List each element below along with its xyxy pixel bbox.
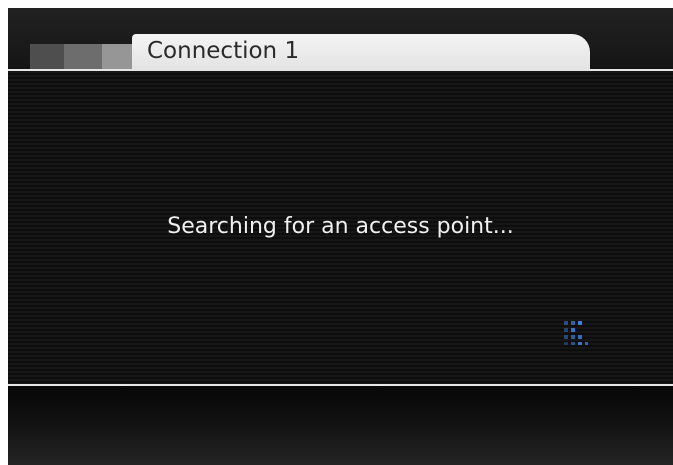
tab-stack-segment-1	[30, 44, 64, 70]
status-message: Searching for an access point...	[167, 214, 514, 239]
tab-stack-segment-3	[102, 44, 134, 70]
tab-stack-segment-2	[64, 44, 102, 70]
tab-title: Connection 1	[147, 38, 300, 64]
header-band: Connection 1	[8, 8, 673, 70]
loading-dots-icon	[563, 320, 589, 346]
content-panel: Searching for an access point...	[8, 71, 673, 384]
tab-connection-1: Connection 1	[132, 34, 590, 70]
wii-connection-screen: Connection 1 Searching for an access poi…	[8, 8, 673, 465]
footer-band	[8, 386, 673, 465]
